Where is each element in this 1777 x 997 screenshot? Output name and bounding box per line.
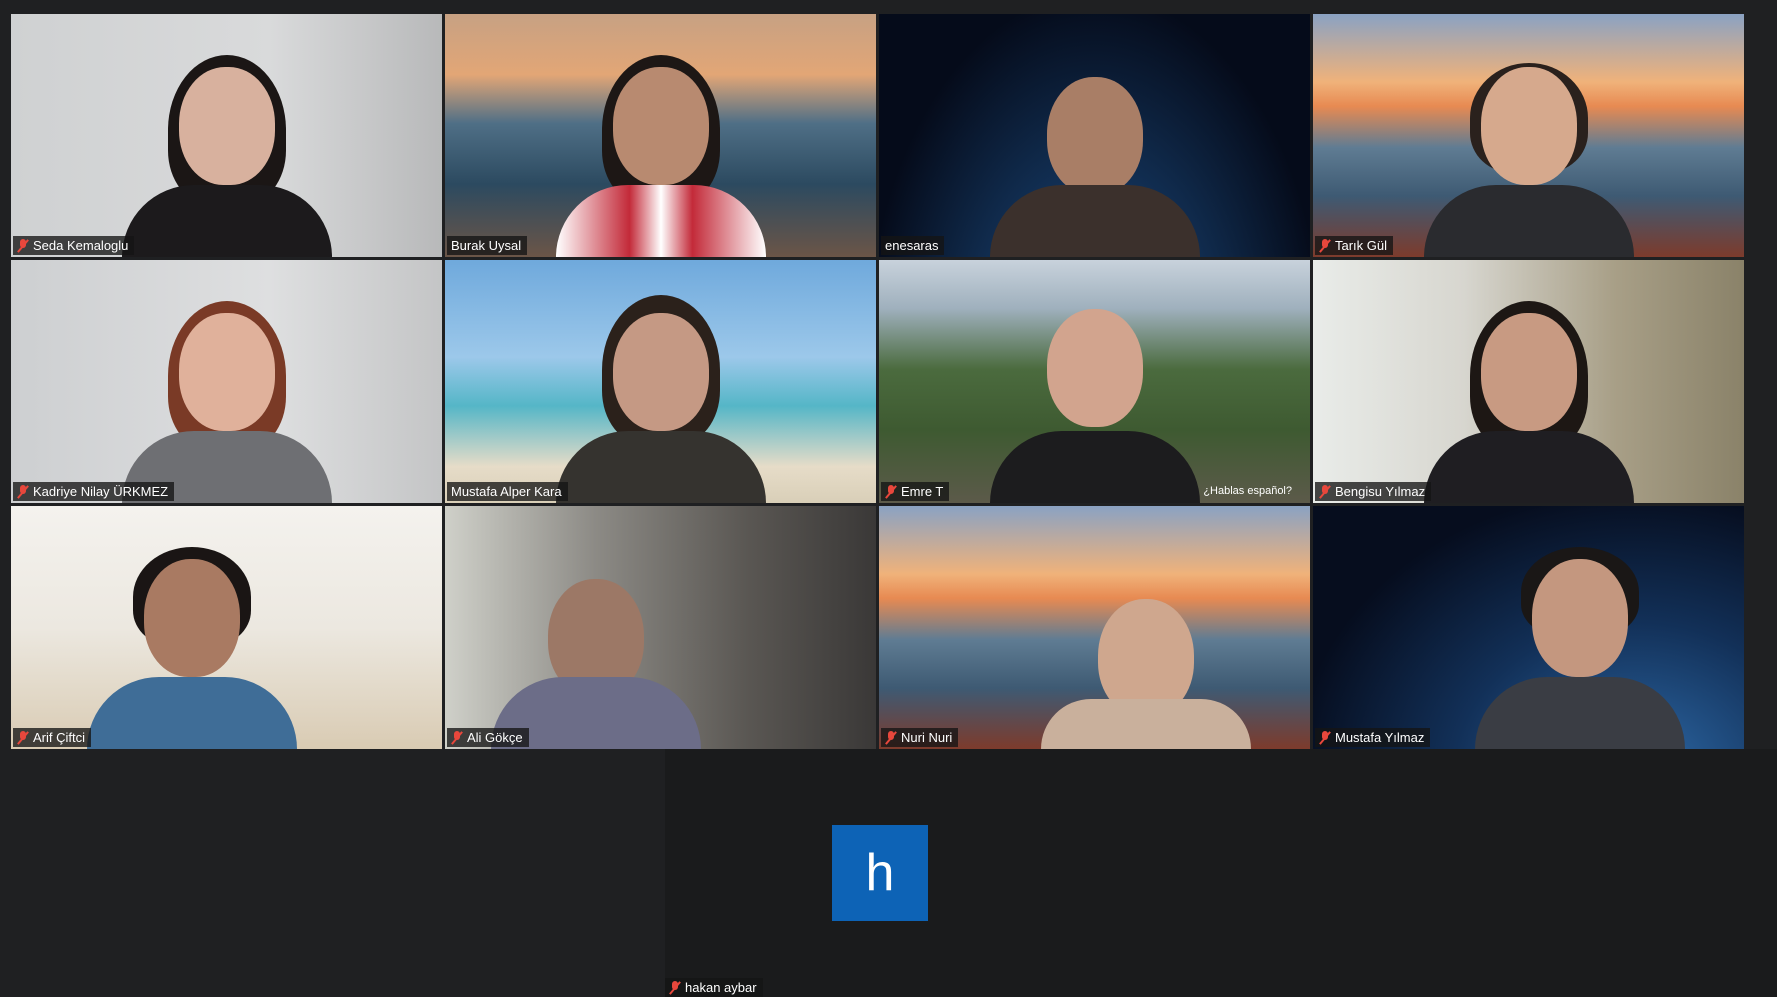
participant-name: Tarık Gül [1335, 238, 1388, 253]
participant-name: Seda Kemaloglu [33, 238, 129, 253]
mic-muted-icon [17, 238, 29, 253]
participant-name-label: Bengisu Yılmaz [1315, 482, 1432, 501]
video-tile-hakan-aybar[interactable]: h hakan aybar [665, 749, 1777, 997]
participant-name-label: Nuri Nuri [881, 728, 959, 747]
mic-muted-icon [17, 730, 29, 745]
video-tile-mustafa-yilmaz[interactable]: Mustafa Yılmaz [1313, 506, 1744, 749]
video-tile-bengisu-yilmaz[interactable]: Bengisu Yılmaz [1313, 260, 1744, 503]
participant-video [1041, 529, 1252, 749]
participant-name-label: Emre T [881, 482, 950, 501]
mic-muted-icon [669, 980, 681, 995]
participant-name: hakan aybar [685, 980, 757, 995]
participant-video [1423, 283, 1634, 503]
participant-name: Emre T [901, 484, 944, 499]
participant-name-label: enesaras [881, 236, 945, 255]
background-caption: ¿Hablas español? [1203, 485, 1292, 497]
participant-video [989, 37, 1200, 257]
participant-video [555, 283, 766, 503]
video-tile-enesaras[interactable]: enesaras [879, 14, 1310, 257]
participant-video [87, 529, 298, 749]
participant-video [121, 37, 332, 257]
participant-name-label: Ali Gökçe [447, 728, 529, 747]
participant-name-label: Mustafa Yılmaz [1315, 728, 1431, 747]
participant-name-label: hakan aybar [665, 978, 763, 997]
participant-name: Burak Uysal [451, 238, 522, 253]
participant-name: Mustafa Yılmaz [1335, 730, 1425, 745]
participant-video [1423, 37, 1634, 257]
video-tile-arif-ciftci[interactable]: Arif Çiftci [11, 506, 442, 749]
participant-name-label: Mustafa Alper Kara [447, 482, 568, 501]
video-tile-burak-uysal[interactable]: Burak Uysal [445, 14, 876, 257]
video-tile-tarik-gul[interactable]: Tarık Gül [1313, 14, 1744, 257]
video-tile-ali-gokce[interactable]: Ali Gökçe [445, 506, 876, 749]
participant-video [555, 37, 766, 257]
participant-name-label: Burak Uysal [447, 236, 528, 255]
participant-name: Mustafa Alper Kara [451, 484, 562, 499]
participant-video [490, 529, 701, 749]
avatar: h [832, 825, 928, 921]
video-tile-emre-t[interactable]: ¿Hablas español? Emre T [879, 260, 1310, 503]
participant-name-label: Tarık Gül [1315, 236, 1394, 255]
mic-muted-icon [885, 484, 897, 499]
video-grid: Seda Kemaloglu Burak Uysal enesaras Tarı… [11, 14, 1744, 749]
mic-muted-icon [1319, 484, 1331, 499]
participant-name: Nuri Nuri [901, 730, 953, 745]
mic-muted-icon [17, 484, 29, 499]
mic-muted-icon [1319, 238, 1331, 253]
participant-name: enesaras [885, 238, 939, 253]
mic-muted-icon [1319, 730, 1331, 745]
participant-name: Kadriye Nilay ÜRKMEZ [33, 484, 169, 499]
participant-video [121, 283, 332, 503]
mic-muted-icon [885, 730, 897, 745]
participant-name: Ali Gökçe [467, 730, 523, 745]
participant-name-label: Arif Çiftci [13, 728, 91, 747]
participant-name-label: Kadriye Nilay ÜRKMEZ [13, 482, 175, 501]
participant-video [1475, 529, 1686, 749]
participant-name: Arif Çiftci [33, 730, 85, 745]
participant-name: Bengisu Yılmaz [1335, 484, 1426, 499]
video-tile-seda-kemaloglu[interactable]: Seda Kemaloglu [11, 14, 442, 257]
video-tile-nuri-nuri[interactable]: Nuri Nuri [879, 506, 1310, 749]
video-tile-mustafa-alper-kara[interactable]: Mustafa Alper Kara [445, 260, 876, 503]
participant-name-label: Seda Kemaloglu [13, 236, 135, 255]
video-tile-kadriye-nilay-urkmez[interactable]: Kadriye Nilay ÜRKMEZ [11, 260, 442, 503]
mic-muted-icon [451, 730, 463, 745]
participant-video [989, 283, 1200, 503]
